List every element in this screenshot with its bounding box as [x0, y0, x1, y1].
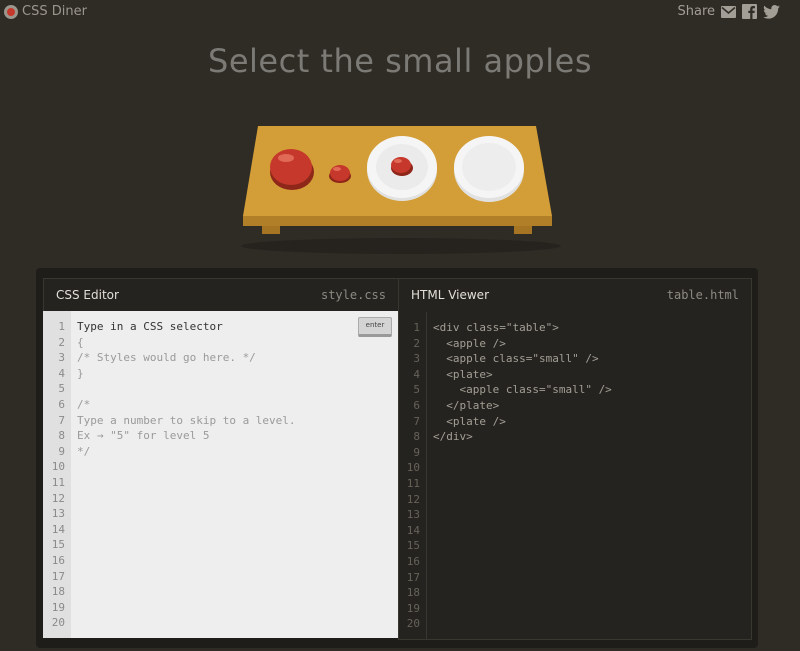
twitter-icon[interactable] — [763, 4, 780, 19]
line-number: 10 — [406, 461, 420, 475]
code-line: { — [77, 335, 84, 349]
line-number: 3 — [413, 352, 420, 366]
line-number: 1 — [413, 321, 420, 334]
line-number: 13 — [406, 508, 420, 522]
line-number: 2 — [413, 336, 420, 350]
share-label: Share — [677, 4, 715, 19]
editor-area: CSS Editor style.css 1 2 3 4 5 6 7 8 9 10 11 12 13 14… — [36, 268, 758, 648]
code-line: Type a number to skip to a level. — [77, 413, 296, 427]
line-number: 13 — [51, 507, 65, 521]
code-line: <div class="table"> — [433, 321, 559, 334]
code-line: <apple class="small" /> — [433, 383, 612, 397]
line-number: 7 — [58, 413, 65, 427]
line-number: 9 — [413, 445, 420, 459]
plate-with-apple[interactable] — [367, 136, 437, 201]
code-line: Ex → "5" for level 5 — [77, 429, 210, 443]
line-number: 9 — [58, 444, 65, 458]
css-editor-header: CSS Editor style.css — [43, 278, 398, 312]
line-number: 10 — [51, 460, 65, 474]
code-line: /* — [77, 397, 91, 411]
line-number: 8 — [58, 429, 65, 443]
code-line: } — [77, 366, 84, 380]
code-line: <apple /> — [433, 336, 506, 350]
line-number: 11 — [51, 475, 65, 489]
line-number: 11 — [406, 476, 420, 490]
css-editor: CSS Editor style.css 1 2 3 4 5 6 7 8 9 10 11 12 13 14… — [43, 278, 398, 638]
line-number: 19 — [406, 601, 420, 615]
line-number: 16 — [406, 554, 420, 568]
line-number: 1 — [58, 320, 65, 333]
line-number: 20 — [51, 616, 65, 630]
code-line: <apple class="small" /> — [433, 352, 599, 366]
line-number: 17 — [406, 570, 420, 584]
code-line: <plate /> — [433, 414, 506, 428]
dining-table — [236, 118, 566, 258]
line-number: 4 — [413, 367, 420, 381]
line-number: 6 — [58, 397, 65, 411]
brand[interactable]: CSS Diner — [4, 4, 87, 19]
html-markup: <div class="table"> <apple /> <apple cla… — [427, 312, 751, 639]
line-number: 19 — [51, 600, 65, 614]
plate-empty[interactable] — [454, 136, 524, 202]
line-number: 6 — [413, 398, 420, 412]
css-line-numbers: 1 2 3 4 5 6 7 8 9 10 11 12 13 14 15 16 17 18 19 20 — [43, 311, 71, 638]
line-number: 5 — [58, 382, 65, 396]
html-viewer-filename: table.html — [666, 288, 739, 302]
enter-button[interactable]: enter — [358, 317, 392, 337]
line-number: 15 — [406, 539, 420, 553]
code-line: /* Styles would go here. */ — [77, 351, 256, 365]
line-number: 2 — [58, 335, 65, 349]
code-line: </plate> — [433, 398, 500, 412]
css-editor-filename: style.css — [320, 288, 386, 302]
code-line: <plate> — [433, 367, 493, 381]
html-line-numbers: 1 2 3 4 5 6 7 8 9 10 11 12 13 14 15 16 17 18 19 20 — [399, 312, 427, 639]
css-editor-title: CSS Editor — [56, 288, 119, 302]
code-line: </div> — [433, 430, 473, 444]
line-number: 14 — [406, 523, 420, 537]
line-number: 8 — [413, 430, 420, 444]
mail-icon[interactable] — [721, 5, 736, 18]
line-number: 14 — [51, 522, 65, 536]
line-number: 16 — [51, 553, 65, 567]
facebook-icon[interactable] — [742, 4, 757, 19]
share-bar: Share — [677, 4, 780, 19]
brand-name: CSS Diner — [22, 4, 87, 19]
level-instruction: Select the small apples — [208, 42, 592, 80]
html-code-area: 1 2 3 4 5 6 7 8 9 10 11 12 13 14 15 16 17 18 19 20 <div cla… — [399, 312, 751, 639]
code-line: Type in a CSS selector — [77, 320, 223, 333]
html-viewer: HTML Viewer table.html 1 2 3 4 5 6 7 8 9 10 11 12 13… — [398, 278, 752, 640]
tomato-logo-icon — [4, 4, 18, 19]
line-number: 3 — [58, 351, 65, 365]
html-viewer-title: HTML Viewer — [411, 288, 489, 302]
line-number: 12 — [51, 491, 65, 505]
code-line: */ — [77, 444, 91, 458]
html-viewer-header: HTML Viewer table.html — [399, 279, 751, 311]
line-number: 12 — [406, 492, 420, 506]
line-number: 18 — [406, 586, 420, 600]
line-number: 7 — [413, 414, 420, 428]
css-code-area[interactable]: 1 2 3 4 5 6 7 8 9 10 11 12 13 14 15 16 17 18 19 20 Type in … — [43, 311, 398, 638]
line-number: 18 — [51, 585, 65, 599]
top-bar: CSS Diner Share — [0, 0, 800, 26]
line-number: 17 — [51, 569, 65, 583]
line-number: 15 — [51, 538, 65, 552]
line-number: 20 — [406, 617, 420, 631]
line-number: 5 — [413, 383, 420, 397]
line-number: 4 — [58, 366, 65, 380]
css-input[interactable]: Type in a CSS selector { /* Styles would g… — [71, 311, 398, 638]
